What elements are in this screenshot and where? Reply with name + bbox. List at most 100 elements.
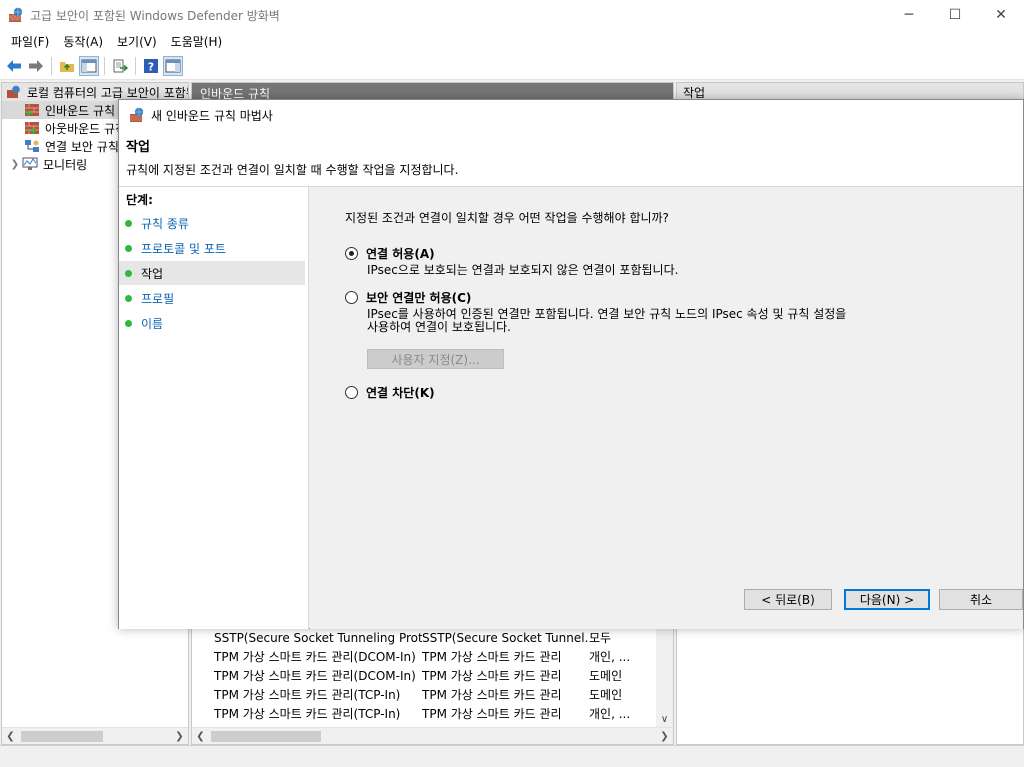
rule-group: TPM 가상 스마트 카드 관리: [422, 669, 562, 683]
scroll-right-icon[interactable]: ❯: [656, 731, 673, 742]
step-action[interactable]: 작업: [119, 261, 305, 285]
export-list-icon[interactable]: [110, 56, 130, 76]
menu-bar: 파일(F) 동작(A) 보기(V) 도움말(H): [0, 30, 1024, 52]
rule-profile: 도메인: [589, 669, 623, 683]
svg-text:?: ?: [148, 60, 154, 73]
rule-profile: 개인, ...: [589, 707, 631, 721]
back-arrow-icon[interactable]: [4, 56, 24, 76]
rule-name: TPM 가상 스마트 카드 관리(DCOM-In): [214, 650, 416, 664]
rule-profile: 도메인: [589, 688, 623, 702]
show-hide-tree-icon[interactable]: [79, 55, 99, 76]
show-hide-action-pane-icon[interactable]: [163, 55, 183, 76]
monitoring-icon: [22, 157, 38, 171]
up-folder-icon[interactable]: [57, 56, 77, 76]
wizard-body: 단계: 규칙 종류 프로토콜 및 포트 작업 프로필 이름 지정된 조건과 연결…: [119, 186, 1023, 629]
firewall-app-icon: [8, 7, 24, 23]
table-row[interactable]: TPM 가상 스마트 카드 관리(DCOM-In) TPM 가상 스마트 카드 …: [192, 666, 657, 685]
step-name[interactable]: 이름: [119, 311, 305, 335]
customize-button[interactable]: 사용자 지정(Z)...: [367, 349, 504, 369]
rule-name: TPM 가상 스마트 카드 관리(TCP-In): [214, 688, 401, 702]
table-row[interactable]: TPM 가상 스마트 카드 관리(TCP-In) TPM 가상 스마트 카드 관…: [192, 685, 657, 704]
wizard-heading: 작업: [126, 140, 150, 155]
step-label: 프로토콜 및 포트: [141, 241, 226, 256]
step-profile[interactable]: 프로필: [119, 286, 305, 310]
allow-secure-connection-radio[interactable]: [345, 291, 358, 304]
option-block-connection[interactable]: 연결 차단(K): [345, 384, 435, 401]
step-label: 프로필: [141, 291, 175, 306]
outbound-rules-icon: [24, 121, 40, 135]
option-label: 연결 허용(A): [366, 247, 435, 261]
wizard-title-bar: 새 인바운드 규칙 마법사: [119, 100, 1023, 130]
wizard-content: 지정된 조건과 연결이 일치할 경우 어떤 작업을 수행해야 합니까? 연결 허…: [310, 187, 1023, 629]
wizard-header: 작업 규칙에 지정된 조건과 연결이 일치할 때 수행할 작업을 지정합니다.: [119, 130, 1023, 186]
inbound-rules-icon: [24, 103, 40, 117]
close-button[interactable]: ✕: [978, 0, 1024, 30]
table-row[interactable]: TPM 가상 스마트 카드 관리(TCP-In) TPM 가상 스마트 카드 관…: [192, 704, 657, 723]
table-row[interactable]: TPM 가상 스마트 카드 관리(DCOM-In) TPM 가상 스마트 카드 …: [192, 647, 657, 666]
step-label: 규칙 종류: [141, 216, 189, 231]
tree-item-label: 모니터링: [43, 157, 88, 172]
step-status-dot-icon: [125, 219, 132, 227]
option-label: 연결 차단(K): [366, 386, 435, 400]
scroll-thumb[interactable]: [21, 730, 103, 742]
menu-file[interactable]: 파일(F): [4, 33, 56, 50]
step-label: 작업: [141, 266, 164, 281]
tree-root-label: 로컬 컴퓨터의 고급 보안이 포함된 Windows Defender 방화벽: [27, 85, 188, 100]
option-allow-connection[interactable]: 연결 허용(A) IPsec으로 보호되는 연결과 보호되지 않은 연결이 포함…: [345, 245, 678, 277]
connection-security-icon: [24, 139, 40, 153]
wizard-subheading: 규칙에 지정된 조건과 연결이 일치할 때 수행할 작업을 지정합니다.: [126, 163, 459, 177]
tree-item-label: 아웃바운드 규칙: [45, 121, 127, 136]
next-button[interactable]: 다음(N) >: [844, 589, 930, 610]
scroll-thumb[interactable]: [211, 730, 321, 742]
wizard-steps-panel: 단계: 규칙 종류 프로토콜 및 포트 작업 프로필 이름: [119, 187, 309, 629]
table-row[interactable]: SSTP(Secure Socket Tunneling Protocol)..…: [192, 628, 657, 647]
window-title-bar: 고급 보안이 포함된 Windows Defender 방화벽 ─ ☐ ✕: [0, 0, 1024, 30]
rule-group: SSTP(Secure Socket Tunnel...: [422, 630, 589, 645]
steps-label: 단계:: [126, 193, 153, 207]
firewall-icon: [6, 85, 22, 99]
step-protocol-port[interactable]: 프로토콜 및 포트: [119, 236, 305, 260]
window-controls: ─ ☐ ✕: [886, 0, 1024, 30]
rule-name: SSTP(Secure Socket Tunneling Protocol)..…: [214, 630, 422, 645]
scroll-left-icon[interactable]: ❮: [2, 731, 19, 742]
option-description: IPsec으로 보호되는 연결과 보호되지 않은 연결이 포함됩니다.: [367, 263, 679, 277]
option-label: 보안 연결만 허용(C): [366, 291, 472, 305]
option-description: IPsec를 사용하여 인증된 연결만 포함됩니다. 연결 보안 규칙 노드의 …: [367, 307, 847, 334]
cancel-button[interactable]: 취소: [939, 589, 1023, 610]
toolbar-separator: [135, 56, 136, 75]
toolbar-separator: [51, 56, 52, 75]
chevron-right-icon[interactable]: ❯: [8, 159, 22, 170]
step-rule-type[interactable]: 규칙 종류: [119, 211, 305, 235]
step-status-dot-icon: [125, 319, 132, 327]
scroll-left-icon[interactable]: ❮: [192, 731, 209, 742]
rule-group: TPM 가상 스마트 카드 관리: [422, 688, 562, 702]
scroll-down-icon[interactable]: ∨: [656, 714, 673, 725]
minimize-button[interactable]: ─: [886, 0, 932, 30]
window-title: 고급 보안이 포함된 Windows Defender 방화벽: [30, 8, 280, 23]
back-button[interactable]: < 뒤로(B): [744, 589, 832, 610]
rule-profile: 개인, ...: [589, 650, 631, 664]
center-horizontal-scrollbar[interactable]: ❮ ❯: [192, 727, 673, 744]
rule-group: TPM 가상 스마트 카드 관리: [422, 707, 562, 721]
forward-arrow-icon[interactable]: [26, 56, 46, 76]
scroll-right-icon[interactable]: ❯: [171, 731, 188, 742]
tree-item-label: 인바운드 규칙: [45, 103, 116, 118]
rule-profile: 모두: [589, 631, 612, 645]
step-status-dot-icon: [125, 294, 132, 302]
toolbar-separator: [104, 56, 105, 75]
menu-action[interactable]: 동작(A): [56, 33, 110, 50]
allow-connection-radio[interactable]: [345, 247, 358, 260]
rule-name: TPM 가상 스마트 카드 관리(TCP-In): [214, 707, 401, 721]
block-connection-radio[interactable]: [345, 386, 358, 399]
menu-help[interactable]: 도움말(H): [164, 33, 230, 50]
tree-item-label: 연결 보안 규칙: [45, 139, 119, 154]
firewall-app-icon: [129, 107, 145, 123]
step-status-dot-icon: [125, 269, 132, 277]
help-icon[interactable]: ?: [141, 56, 161, 76]
option-allow-secure-connection[interactable]: 보안 연결만 허용(C) IPsec를 사용하여 인증된 연결만 포함됩니다. …: [345, 289, 846, 334]
maximize-button[interactable]: ☐: [932, 0, 978, 30]
status-bar: [0, 745, 1024, 767]
new-inbound-rule-wizard: 새 인바운드 규칙 마법사 작업 규칙에 지정된 조건과 연결이 일치할 때 수…: [118, 99, 1024, 629]
left-horizontal-scrollbar[interactable]: ❮ ❯: [2, 727, 188, 744]
menu-view[interactable]: 보기(V): [110, 33, 164, 50]
